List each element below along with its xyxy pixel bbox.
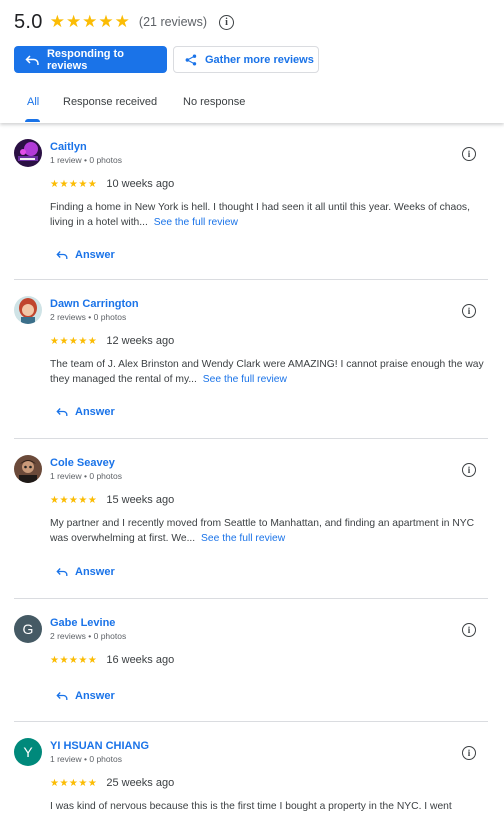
review-text: The team of J. Alex Brinston and Wendy C… [50,357,488,387]
avatar: Y [14,738,42,766]
review-info-icon[interactable]: i [462,304,476,318]
review-text: Finding a home in New York is hell. I th… [50,200,488,230]
review-rating: ★★★★★ 12 weeks ago [50,335,174,347]
review-snippet: I was kind of nervous because this is th… [50,801,452,812]
answer-button[interactable]: Answer [56,406,115,418]
review-rating: ★★★★★ 15 weeks ago [50,494,174,506]
avatar-letter: Y [23,744,33,760]
review-snippet: Finding a home in New York is hell. I th… [50,202,470,228]
review-text: My partner and I recently moved from Sea… [50,516,488,546]
review-rating: ★★★★★ 16 weeks ago [50,654,174,666]
review-item: Cole Seavey 1 review • 0 photos i ★★★★★ … [14,439,488,599]
reviewer-name[interactable]: Dawn Carrington [50,298,139,310]
reviewer-name[interactable]: Gabe Levine [50,617,115,629]
review-filter-tabs: All Response received No response [0,90,504,123]
photo-portrait-avatar-icon [14,455,42,483]
avatar [14,455,42,483]
avatar: G [14,615,42,643]
review-stars: ★★★★★ [50,777,98,789]
reviewer-name[interactable]: Caitlyn [50,141,87,153]
review-age: 15 weeks ago [106,494,175,506]
reviewer-meta: 1 review • 0 photos [50,754,122,764]
answer-button[interactable]: Answer [56,249,115,261]
review-info-icon[interactable]: i [462,623,476,637]
reply-icon [56,568,68,576]
see-full-review-link[interactable]: See the full review [201,533,285,544]
avatar [14,139,42,167]
review-count: (21 reviews) [138,15,207,29]
reply-icon [25,54,39,65]
review-item: Caitlyn 1 review • 0 photos i ★★★★★ 10 w… [14,123,488,280]
reviews-header: 5.0 ★★★★★ (21 reviews) i Responding to r… [0,0,504,123]
answer-label: Answer [75,566,115,578]
review-item: Dawn Carrington 2 reviews • 0 photos i ★… [14,280,488,439]
reviewer-meta: 2 reviews • 0 photos [50,312,127,322]
review-rating: ★★★★★ 10 weeks ago [50,178,174,190]
review-info-icon[interactable]: i [462,463,476,477]
see-full-review-link[interactable]: See the full review [203,374,287,385]
responding-to-reviews-button[interactable]: Responding to reviews [14,46,167,73]
review-stars: ★★★★★ [50,654,98,666]
review-info-icon[interactable]: i [462,147,476,161]
review-stars: ★★★★★ [50,178,98,190]
review-text: I was kind of nervous because this is th… [50,799,488,814]
gather-more-reviews-button[interactable]: Gather more reviews [173,46,319,73]
avatar [14,296,42,324]
reviewer-meta: 1 review • 0 photos [50,471,122,481]
active-tab-indicator [25,119,40,122]
reviewer-name[interactable]: Cole Seavey [50,457,115,469]
answer-label: Answer [75,406,115,418]
review-info-icon[interactable]: i [462,746,476,760]
rating-summary: 5.0 ★★★★★ (21 reviews) i [14,10,234,34]
answer-button[interactable]: Answer [56,566,115,578]
review-age: 12 weeks ago [106,335,175,347]
rating-stars: ★★★★★ [49,12,131,31]
info-icon[interactable]: i [218,14,234,30]
purple-graphic-avatar-icon [14,139,42,167]
see-full-review-link[interactable]: See the full review [154,217,238,228]
red-hair-portrait-avatar-icon [14,296,42,324]
reviewer-meta: 1 review • 0 photos [50,155,122,165]
reply-icon [56,251,68,259]
review-rating: ★★★★★ 25 weeks ago [50,777,174,789]
tab-no-response[interactable]: No response [183,96,245,108]
review-stars: ★★★★★ [50,494,98,506]
gather-more-reviews-label: Gather more reviews [205,53,314,66]
review-age: 25 weeks ago [106,777,175,789]
answer-label: Answer [75,690,115,702]
review-item: G Gabe Levine 2 reviews • 0 photos i ★★★… [14,599,488,722]
reviewer-name[interactable]: YI HSUAN CHIANG [50,740,149,752]
reply-icon [56,692,68,700]
share-icon [185,54,197,65]
review-item: Y YI HSUAN CHIANG 1 review • 0 photos i … [14,722,488,820]
average-rating: 5.0 [14,10,43,33]
reviewer-meta: 2 reviews • 0 photos [50,631,127,641]
responding-to-reviews-label: Responding to reviews [46,47,124,72]
review-age: 10 weeks ago [106,178,175,190]
avatar-letter: G [22,621,34,637]
answer-label: Answer [75,249,115,261]
tab-all[interactable]: All [27,96,39,108]
review-age: 16 weeks ago [106,654,175,666]
answer-button[interactable]: Answer [56,690,115,702]
reply-icon [56,408,68,416]
tab-response-received[interactable]: Response received [63,96,157,108]
review-stars: ★★★★★ [50,335,98,347]
